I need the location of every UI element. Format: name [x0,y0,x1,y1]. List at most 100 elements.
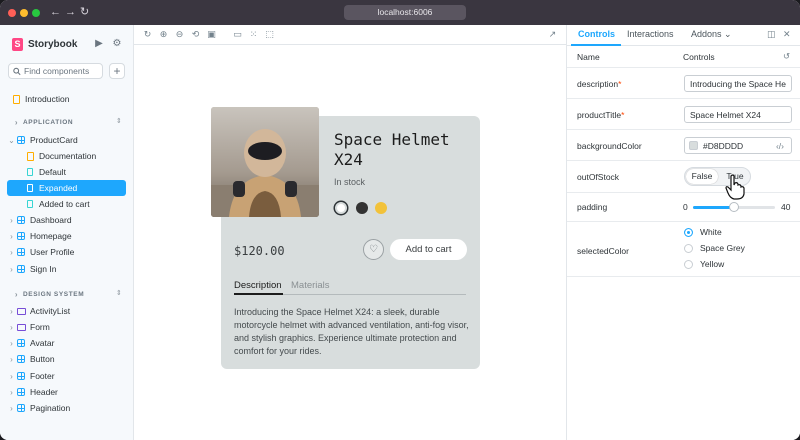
tab-addons[interactable]: Addons ⌄ [691,29,732,40]
search-box[interactable] [8,63,103,79]
sidebar-item-activitylist[interactable]: › ActivityList [7,303,126,319]
expand-collapse-icon[interactable]: ⇕ [116,289,122,297]
sidebar-item-productcard[interactable]: ⌄ ProductCard [7,132,126,148]
viewport-icon[interactable]: ▭ [232,29,243,40]
control-row-description: description* [567,68,800,99]
component-icon [17,404,25,412]
radio-button[interactable] [684,243,693,253]
group-label-design-system[interactable]: › DESIGN SYSTEM [12,290,84,299]
sidebar-item-label: Avatar [30,338,55,348]
column-name-header: Name [577,52,600,62]
sidebar-item-documentation[interactable]: Documentation [25,148,126,164]
product-price: $120.00 [234,244,285,258]
forward-arrow-icon[interactable]: → [65,5,76,19]
sidebar-item-form[interactable]: › Form [7,319,126,335]
minimize-dot[interactable] [20,9,28,17]
sidebar-item-label: Default [39,167,66,177]
sidebar-item-label: Expanded [39,183,78,193]
sidebar-item-user-profile[interactable]: › User Profile [7,244,126,260]
close-dot[interactable] [8,9,16,17]
sidebar-item-label: ActivityList [30,306,71,316]
background-color-picker[interactable]: #D8DDDD ‹/› [684,137,792,154]
control-label: backgroundColor [577,141,642,151]
product-image [211,107,319,217]
sidebar-item-dashboard[interactable]: › Dashboard [7,212,126,228]
sidebar-item-label: ProductCard [30,135,78,145]
padding-min: 0 [683,202,688,212]
browser-titlebar: ← → ↻ localhost:6006 [0,0,800,25]
control-label: outOfStock [577,172,620,182]
radio-white[interactable]: White [684,227,722,237]
reset-zoom-icon[interactable]: ⟲ [190,29,201,40]
reset-controls-icon[interactable]: ↺ [783,51,790,62]
maximize-dot[interactable] [32,9,40,17]
grid-icon[interactable]: ⁙ [248,29,259,40]
group-label-application[interactable]: › APPLICATION [12,118,73,127]
product-title: Space Helmet X24 [334,130,450,169]
outline-icon[interactable]: ⬚ [264,29,275,40]
sidebar-item-expanded[interactable]: Expanded [7,180,126,196]
control-label: selectedColor [577,246,629,256]
code-icon[interactable]: ‹/› [776,141,784,151]
add-story-button[interactable]: + [109,63,125,79]
toggle-false-option[interactable]: False [686,169,718,184]
play-icon[interactable]: ▶ [93,38,105,50]
settings-icon[interactable]: ⚙ [111,38,123,50]
storybook-brand[interactable]: S Storybook [12,37,77,51]
background-icon[interactable]: ▣ [206,29,217,40]
sidebar-item-introduction[interactable]: Introduction [11,91,130,107]
zoom-out-icon[interactable]: ⊖ [174,29,185,40]
sidebar-item-default[interactable]: Default [25,164,126,180]
brand-name: Storybook [28,38,78,50]
chevron-right-icon: › [10,215,13,225]
sidebar-item-avatar[interactable]: › Avatar [7,335,126,351]
sidebar-item-sign-in[interactable]: › Sign In [7,261,126,277]
tab-materials[interactable]: Materials [291,280,330,291]
back-arrow-icon[interactable]: ← [50,5,61,19]
zoom-in-icon[interactable]: ⊕ [158,29,169,40]
reload-icon[interactable]: ↻ [80,5,89,19]
sidebar-item-button[interactable]: › Button [7,351,126,367]
component-icon [17,372,25,380]
radio-button[interactable] [684,227,693,237]
chevron-right-icon: › [10,371,13,381]
padding-slider[interactable] [693,202,775,212]
color-swatch-yellow[interactable] [375,202,387,214]
open-new-tab-icon[interactable]: ↗ [547,29,558,40]
control-row-backgroundcolor: backgroundColor #D8DDDD ‹/› [567,130,800,161]
sidebar-item-label: User Profile [30,247,75,257]
sidebar-item-label: Added to cart [39,199,90,209]
tab-interactions[interactable]: Interactions [627,29,674,39]
product-description: Introducing the Space Helmet X24: a slee… [234,307,469,356]
stock-status: In stock [334,177,366,187]
sidebar-item-footer[interactable]: › Footer [7,368,126,384]
tab-description[interactable]: Description [234,280,282,291]
sidebar-item-header[interactable]: › Header [7,384,126,400]
story-icon [27,184,33,192]
color-swatch-space-grey[interactable] [356,202,368,214]
sidebar-item-added-to-cart[interactable]: Added to cart [25,196,126,212]
sidebar-item-label: Introduction [25,94,70,104]
add-to-cart-button[interactable]: Add to cart [390,239,467,260]
panel-layout-icon[interactable]: ◫ [767,29,776,40]
description-input[interactable] [684,75,792,92]
document-icon [12,94,20,104]
reload-story-icon[interactable]: ↻ [142,29,153,40]
radio-yellow[interactable]: Yellow [684,259,724,269]
chevron-right-icon: › [10,322,13,332]
tab-controls[interactable]: Controls [578,29,615,39]
color-preview-swatch[interactable] [689,141,698,150]
search-input[interactable] [24,66,102,76]
sidebar-item-homepage[interactable]: › Homepage [7,228,126,244]
address-bar[interactable]: localhost:6006 [344,5,466,20]
radio-button[interactable] [684,259,693,269]
favorite-heart-icon[interactable]: ♡ [363,239,384,260]
slider-thumb[interactable] [729,202,739,212]
close-panel-icon[interactable]: ✕ [783,29,791,40]
radio-space-grey[interactable]: Space Grey [684,243,745,253]
color-swatch-white[interactable] [335,202,347,214]
sidebar-item-pagination[interactable]: › Pagination [7,400,126,416]
product-title-input[interactable] [684,106,792,123]
sidebar-item-label: Dashboard [30,215,72,225]
expand-collapse-icon[interactable]: ⇕ [116,117,122,125]
